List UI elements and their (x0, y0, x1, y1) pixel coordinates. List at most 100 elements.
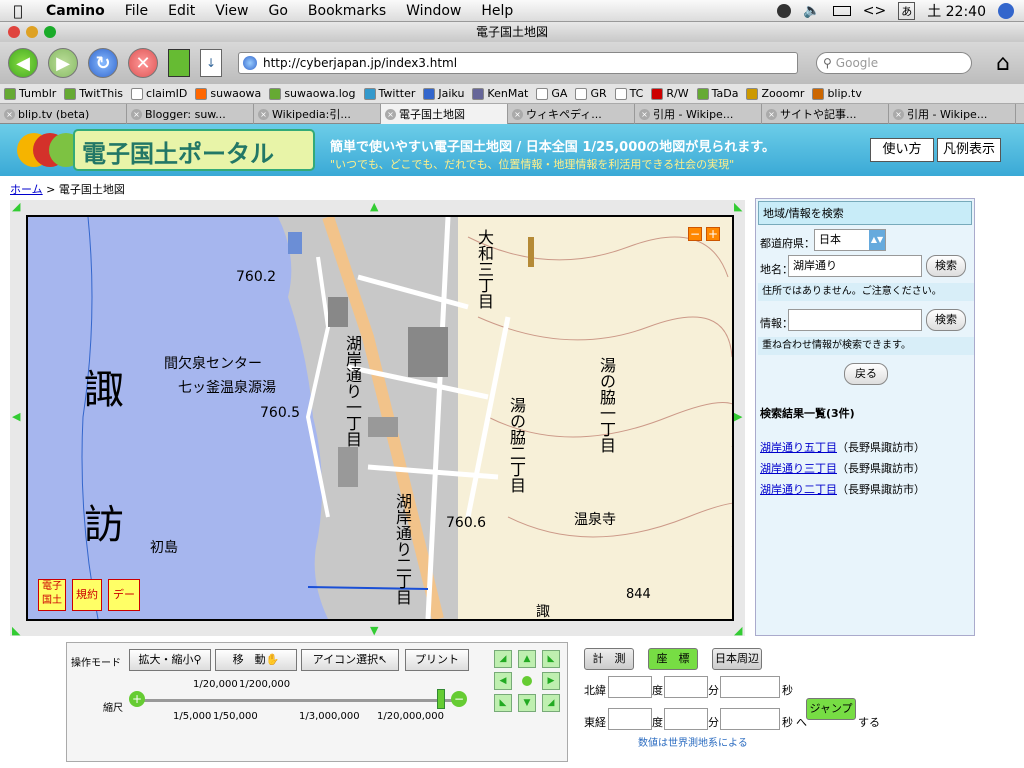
menu-view[interactable]: View (205, 3, 258, 19)
menu-bookmarks[interactable]: Bookmarks (298, 3, 396, 19)
lat-sec-input[interactable] (720, 676, 780, 698)
measure-button[interactable]: 計 測 (584, 648, 634, 670)
downloads-icon[interactable]: ↓ (200, 49, 222, 77)
result-item[interactable]: 湖岸通り五丁目（長野県諏訪市） (760, 439, 925, 455)
bookmark-item[interactable]: claimID (131, 87, 187, 100)
bookmark-item[interactable]: TC (614, 87, 643, 100)
pad-center-icon[interactable] (522, 676, 532, 686)
browser-tab[interactable]: × 引用 - Wikipe... (889, 104, 1016, 124)
stamp-cyberjapan[interactable]: 電子国土 (38, 579, 66, 611)
place-search-button[interactable]: 検索 (926, 255, 966, 277)
close-tab-icon[interactable]: × (639, 108, 650, 120)
pad-se-icon[interactable]: ◢ (542, 694, 560, 712)
pan-south-arrow-icon[interactable]: ▼ (370, 624, 378, 637)
bookmark-item[interactable]: GA (536, 87, 567, 100)
pad-e-icon[interactable]: ▶ (542, 672, 560, 690)
zoom-in-map-button[interactable]: + (706, 227, 720, 241)
spotlight-icon[interactable] (998, 2, 1014, 19)
search-field[interactable]: ⚲ Google (816, 52, 972, 74)
reload-button[interactable]: ↻ (88, 48, 118, 78)
pad-nw-icon[interactable]: ◢ (494, 650, 512, 668)
menu-help[interactable]: Help (471, 3, 523, 19)
result-item[interactable]: 湖岸通り二丁目（長野県諏訪市） (760, 481, 925, 497)
info-search-button[interactable]: 検索 (926, 309, 966, 331)
scale-thumb[interactable] (437, 689, 445, 709)
bookmark-item[interactable]: suwaowa.log (269, 87, 356, 100)
status-icon[interactable] (777, 3, 792, 18)
browser-tab[interactable]: × 引用 - Wikipe... (635, 104, 762, 124)
browser-tab[interactable]: × Blogger: suw... (127, 104, 254, 124)
menu-edit[interactable]: Edit (158, 3, 205, 19)
bookmark-item[interactable]: Tumblr (4, 87, 56, 100)
stop-button[interactable]: ✕ (128, 48, 158, 78)
icon-select-button[interactable]: アイコン選択↖ (301, 649, 399, 671)
lat-deg-input[interactable] (608, 676, 652, 698)
url-bar[interactable]: http://cyberjapan.jp/index3.html (238, 52, 798, 74)
move-mode-button[interactable]: 移 動✋ (215, 649, 297, 671)
zoom-window-icon[interactable] (44, 26, 56, 38)
pan-north-arrow-icon[interactable]: ▲ (370, 200, 378, 213)
pan-east-arrow-icon[interactable]: ▶ (734, 410, 742, 423)
scale-plus-icon[interactable]: + (129, 691, 145, 707)
close-tab-icon[interactable]: × (4, 108, 15, 120)
map-canvas[interactable]: 諏 訪 間欠泉センター 七ッ釜温泉源湯 760.2 760.5 760.6 84… (26, 215, 734, 621)
zoom-out-map-button[interactable]: − (688, 227, 702, 241)
apple-menu-icon[interactable]:  (0, 2, 36, 20)
back-button[interactable]: ◀ (8, 48, 38, 78)
print-button[interactable]: プリント (405, 649, 469, 671)
bookmark-item[interactable]: TaDa (696, 87, 738, 100)
howto-button[interactable]: 使い方 (870, 138, 934, 162)
bookmark-item[interactable]: Jaiku (423, 87, 464, 100)
close-tab-icon[interactable]: × (258, 108, 269, 120)
result-link[interactable]: 湖岸通り二丁目 (760, 483, 837, 496)
info-input[interactable] (788, 309, 922, 331)
pan-ne-arrow-icon[interactable]: ◣ (734, 200, 742, 213)
browser-tab[interactable]: × ウィキペディ... (508, 104, 635, 124)
menu-go[interactable]: Go (259, 3, 298, 19)
close-tab-icon[interactable]: × (893, 108, 904, 120)
app-menu[interactable]: Camino (36, 3, 115, 19)
scale-minus-icon[interactable]: − (451, 691, 467, 707)
pad-sw-icon[interactable]: ◣ (494, 694, 512, 712)
close-tab-icon[interactable]: × (385, 108, 396, 120)
ime-indicator[interactable]: あ (898, 1, 916, 20)
close-window-icon[interactable] (8, 26, 20, 38)
pan-nw-arrow-icon[interactable]: ◢ (12, 200, 20, 213)
stamp-terms[interactable]: 規約 (72, 579, 102, 611)
pan-se-arrow-icon[interactable]: ◢ (734, 624, 742, 637)
pad-ne-icon[interactable]: ◣ (542, 650, 560, 668)
minimize-window-icon[interactable] (26, 26, 38, 38)
url-text[interactable]: http://cyberjapan.jp/index3.html (263, 56, 457, 70)
result-link[interactable]: 湖岸通り三丁目 (760, 462, 837, 475)
legend-button[interactable]: 凡例表示 (937, 138, 1001, 162)
scale-track[interactable] (137, 699, 457, 702)
close-tab-icon[interactable]: × (512, 108, 523, 120)
bookmark-item[interactable]: KenMat (472, 87, 528, 100)
stamp-data[interactable]: データ (108, 579, 140, 619)
forward-button[interactable]: ▶ (48, 48, 78, 78)
menu-file[interactable]: File (115, 3, 158, 19)
pan-west-arrow-icon[interactable]: ◀ (12, 410, 20, 423)
pad-s-icon[interactable]: ▼ (518, 694, 536, 712)
lon-sec-input[interactable] (720, 708, 780, 730)
input-arrows-icon[interactable]: <> (863, 3, 886, 19)
place-input[interactable]: 湖岸通り (788, 255, 922, 277)
japan-area-button[interactable]: 日本周辺 (712, 648, 762, 670)
bookmarks-book-icon[interactable] (168, 49, 190, 77)
clock[interactable]: 土 22:40 (927, 1, 986, 21)
home-icon[interactable]: ⌂ (996, 51, 1010, 76)
menu-window[interactable]: Window (396, 3, 471, 19)
bookmark-item[interactable]: Twitter (363, 87, 415, 100)
lat-min-input[interactable] (664, 676, 708, 698)
bookmark-item[interactable]: GR (575, 87, 607, 100)
pref-select[interactable]: 日本 ▲▼ (814, 229, 886, 251)
browser-tab[interactable]: × 電子国土地図 (381, 104, 508, 124)
browser-tab[interactable]: × blip.tv (beta) (0, 104, 127, 124)
result-item[interactable]: 湖岸通り三丁目（長野県諏訪市） (760, 460, 925, 476)
bookmark-item[interactable]: blip.tv (812, 87, 862, 100)
battery-icon[interactable] (832, 5, 851, 16)
browser-tab[interactable]: × Wikipedia:引... (254, 104, 381, 124)
volume-icon[interactable]: 🔈 (803, 3, 820, 19)
browser-tab[interactable]: × サイトや記事... (762, 104, 889, 124)
close-tab-icon[interactable]: × (766, 108, 777, 120)
